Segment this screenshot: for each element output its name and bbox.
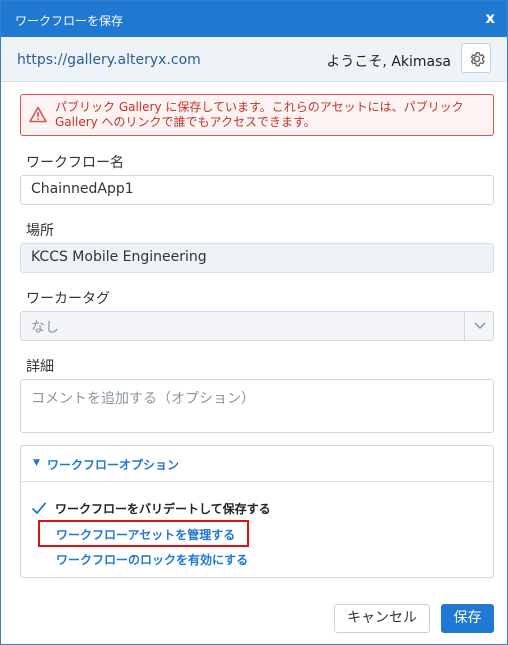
workflow-options-title: ワークフローオプション	[47, 458, 180, 472]
welcome-text: ようこそ, Akimasa	[326, 54, 451, 70]
enable-lock-link[interactable]: ワークフローのロックを有効にする	[56, 551, 248, 568]
caret-down-icon: ▼	[33, 458, 40, 468]
workflow-options-panel: ▼ ワークフローオプション ワークフローをバリデートして保存する ワークフローア…	[20, 445, 494, 578]
details-textarea[interactable]: コメントを追加する（オプション）	[20, 379, 494, 433]
warning-icon	[29, 106, 47, 123]
chevron-down-icon	[474, 322, 486, 330]
gear-icon	[470, 52, 485, 67]
location-label: 場所	[26, 223, 54, 239]
close-icon[interactable]: x	[485, 9, 495, 27]
worker-tag-label: ワーカータグ	[26, 291, 110, 307]
gallery-host-bar: https://gallery.alteryx.com ようこそ, Akimas…	[1, 37, 507, 82]
checkmark-icon	[31, 502, 47, 515]
settings-button[interactable]	[461, 43, 491, 73]
gallery-url: https://gallery.alteryx.com	[17, 52, 201, 68]
workflow-options-toggle[interactable]: ▼ ワークフローオプション	[21, 446, 493, 482]
validate-checkbox-label: ワークフローをバリデートして保存する	[55, 502, 271, 516]
details-label: 詳細	[26, 359, 54, 375]
save-workflow-dialog: ワークフローを保存 x https://gallery.alteryx.com …	[0, 0, 508, 645]
workflow-name-input[interactable]: ChainnedApp1	[20, 175, 494, 205]
location-field: KCCS Mobile Engineering	[20, 243, 494, 273]
cancel-button[interactable]: キャンセル	[334, 604, 430, 633]
workflow-name-label: ワークフロー名	[26, 155, 124, 171]
public-gallery-warning: パブリック Gallery に保存しています。これらのアセットには、パブリック …	[20, 94, 494, 136]
dialog-title: ワークフローを保存	[15, 14, 124, 28]
manage-assets-link[interactable]: ワークフローアセットを管理する	[56, 526, 235, 543]
dialog-titlebar: ワークフローを保存 x	[1, 1, 507, 37]
worker-tag-select[interactable]: なし	[20, 311, 494, 341]
worker-tag-dropdown-toggle[interactable]	[464, 312, 494, 340]
warning-text: パブリック Gallery に保存しています。これらのアセットには、パブリック …	[55, 100, 464, 129]
save-button[interactable]: 保存	[441, 604, 494, 633]
